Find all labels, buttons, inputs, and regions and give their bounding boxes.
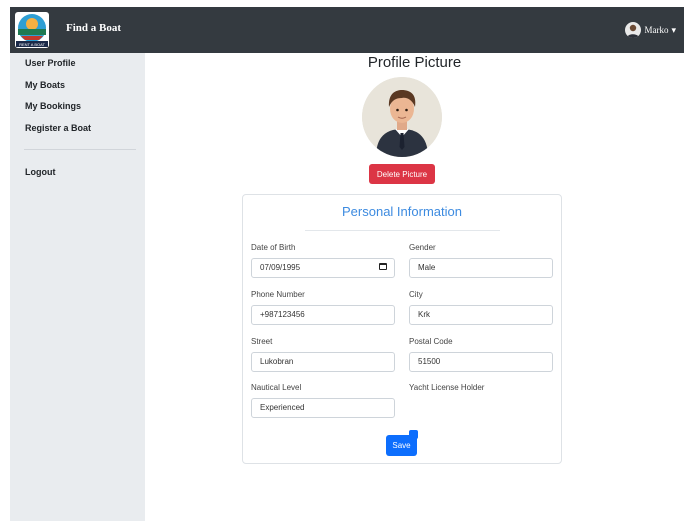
sidebar-item-my-boats[interactable]: My Boats — [25, 80, 65, 90]
user-avatar-icon — [625, 22, 642, 38]
postal-code-value: 51500 — [418, 357, 441, 366]
nautical-level-label: Nautical Level — [251, 383, 302, 392]
nautical-level-value: Experienced — [260, 403, 305, 412]
personal-information-card: Personal Information Date of Birth 07/09… — [242, 194, 562, 464]
phone-value: +987123456 — [260, 310, 305, 319]
street-value: Lukobran — [260, 357, 294, 366]
user-name: Marko — [644, 25, 669, 35]
sidebar-item-user-profile[interactable]: User Profile — [25, 58, 76, 68]
street-input[interactable]: Lukobran — [251, 352, 395, 372]
yacht-license-label: Yacht License Holder — [409, 383, 485, 392]
left-edge — [0, 0, 10, 521]
phone-label: Phone Number — [251, 290, 305, 299]
chevron-down-icon: ▾ — [671, 24, 676, 35]
profile-picture-title: Profile Picture — [367, 54, 462, 71]
rent-a-boat-logo[interactable]: RENT A BOAT — [15, 12, 49, 48]
street-label: Street — [251, 337, 273, 346]
city-label: City — [409, 290, 423, 299]
save-button[interactable]: Save — [386, 435, 417, 456]
gender-label: Gender — [409, 243, 436, 252]
calendar-icon[interactable] — [379, 263, 387, 270]
postal-code-label: Postal Code — [409, 337, 453, 346]
brand-title[interactable]: Find a Boat — [66, 22, 121, 34]
sidebar: User Profile My Boats My Bookings Regist… — [10, 53, 145, 521]
gender-value: Male — [418, 263, 436, 272]
gender-input[interactable]: Male — [409, 258, 553, 278]
sidebar-item-my-bookings[interactable]: My Bookings — [25, 101, 81, 111]
user-menu[interactable]: Marko ▾ — [625, 22, 676, 38]
title-divider — [305, 230, 500, 231]
personal-information-title: Personal Information — [342, 204, 462, 219]
city-value: Krk — [418, 310, 430, 319]
logo-lettering: RENT A BOAT — [19, 42, 45, 47]
sidebar-divider — [24, 149, 136, 150]
top-navbar: RENT A BOAT Find a Boat Marko ▾ — [10, 7, 684, 53]
dob-input[interactable]: 07/09/1995 — [251, 258, 395, 278]
dob-value: 07/09/1995 — [260, 263, 301, 272]
sidebar-item-logout[interactable]: Logout — [25, 167, 56, 177]
dob-label: Date of Birth — [251, 243, 296, 252]
sidebar-item-register-a-boat[interactable]: Register a Boat — [25, 123, 91, 133]
city-input[interactable]: Krk — [409, 305, 553, 325]
nautical-level-input[interactable]: Experienced — [251, 398, 395, 418]
postal-code-input[interactable]: 51500 — [409, 352, 553, 372]
phone-input[interactable]: +987123456 — [251, 305, 395, 325]
main-content: Profile Picture Delete Picture Personal … — [145, 53, 684, 521]
profile-avatar — [362, 77, 442, 157]
delete-picture-button[interactable]: Delete Picture — [369, 164, 435, 184]
